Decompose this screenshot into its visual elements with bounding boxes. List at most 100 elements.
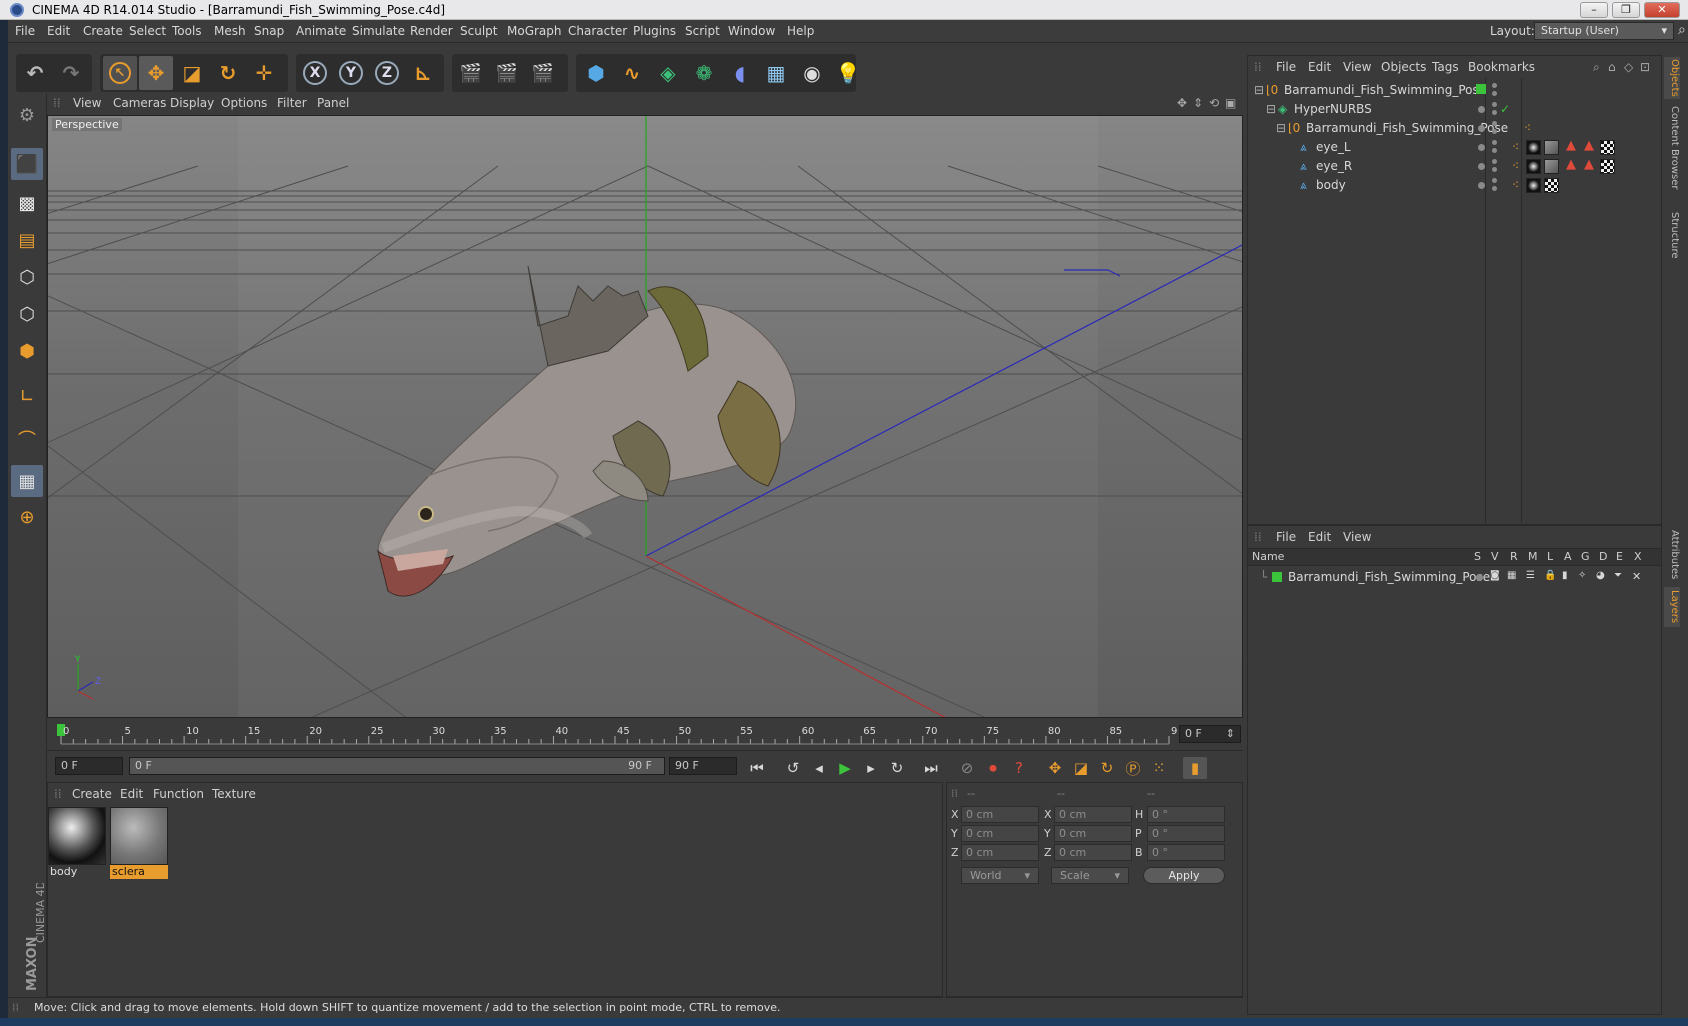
phong-tag-icon[interactable]: ⁖ [1512, 178, 1519, 192]
next-key-button[interactable]: ↻ [885, 757, 909, 779]
x-axis-lock-button[interactable]: X [298, 56, 332, 90]
menu-sculpt[interactable]: Sculpt [460, 24, 497, 38]
menu-select[interactable]: Select [129, 24, 166, 38]
selection-tag-icon[interactable]: ▲ [1584, 157, 1594, 172]
view-column-header[interactable]: V [1491, 550, 1499, 563]
position-x-field[interactable]: 0 cm [961, 806, 1039, 823]
end-frame-field[interactable]: 90 F [669, 757, 737, 775]
xref-column-header[interactable]: X [1634, 550, 1642, 563]
next-frame-button[interactable]: ▸ [859, 757, 883, 779]
object-row[interactable]: ⩓ eye_R ⁖ ▲ ▲ [1248, 156, 1661, 176]
menu-character[interactable]: Character [568, 24, 627, 38]
scale-tool-button[interactable]: ◪ [175, 56, 209, 90]
menu-file[interactable]: File [15, 24, 35, 38]
layer-dot[interactable] [1478, 106, 1485, 113]
pan-view-icon[interactable]: ✥ [1177, 96, 1187, 110]
tweak-mode-button[interactable]: ⌒ [11, 423, 43, 455]
menu-mesh[interactable]: Mesh [214, 24, 246, 38]
editor-visibility-dot[interactable] [1492, 121, 1497, 126]
expressions-column-header[interactable]: E [1616, 550, 1623, 563]
size-z-field[interactable]: 0 cm [1054, 844, 1132, 861]
material-tag-sclera[interactable] [1544, 159, 1559, 174]
render-icon[interactable]: ▦ [1507, 570, 1516, 581]
vp-menu-cameras[interactable]: Cameras [113, 96, 166, 110]
layer-color-chip[interactable] [1272, 572, 1282, 582]
tab-structure[interactable]: Structure [1664, 205, 1680, 265]
name-column-header[interactable]: Name [1252, 550, 1284, 563]
floor-button[interactable]: ▦ [759, 56, 793, 90]
transform-mode-select[interactable]: Scale ▾ [1051, 867, 1129, 884]
autokey-button[interactable]: ⏺ [981, 757, 1005, 779]
render-settings-button[interactable]: 🎬 [526, 56, 560, 90]
camera-button[interactable]: ◉ [795, 56, 829, 90]
tab-content-browser[interactable]: Content Browser [1664, 103, 1680, 193]
light-button[interactable]: 💡 [831, 56, 865, 90]
go-to-start-button[interactable]: ⏮ [745, 757, 769, 779]
nurbs-button[interactable]: ◈ [651, 56, 685, 90]
spline-button[interactable]: ∿ [615, 56, 649, 90]
layer-dot[interactable] [1478, 125, 1485, 132]
position-y-field[interactable]: 0 cm [961, 825, 1039, 842]
menu-plugins[interactable]: Plugins [633, 24, 676, 38]
menu-tools[interactable]: Tools [172, 24, 202, 38]
mat-menu-create[interactable]: Create [72, 787, 112, 801]
deformer-icon[interactable]: ◕ [1596, 570, 1605, 581]
selection-tag-icon[interactable]: ▲ [1566, 157, 1576, 172]
live-selection-button[interactable]: ↖ [103, 56, 137, 90]
minimize-button[interactable]: – [1580, 2, 1608, 18]
tab-attributes[interactable]: Attributes [1664, 525, 1680, 585]
apply-button[interactable]: Apply [1143, 867, 1225, 884]
z-axis-lock-button[interactable]: Z [370, 56, 404, 90]
start-frame-field[interactable]: 0 F [55, 757, 123, 775]
phong-tag-icon[interactable]: ⁖ [1512, 159, 1519, 173]
texture-mode-button[interactable]: ▩ [11, 187, 43, 219]
material-tag-body[interactable] [1526, 159, 1541, 174]
layer-menu-view[interactable]: View [1343, 530, 1371, 544]
render-visibility-dot[interactable] [1492, 167, 1497, 172]
vp-menu-view[interactable]: View [73, 96, 101, 110]
obj-menu-view[interactable]: View [1343, 60, 1371, 74]
deformers-column-header[interactable]: D [1599, 550, 1607, 563]
cube-object-button[interactable]: ⬢ [579, 56, 613, 90]
uvw-tag[interactable] [1544, 178, 1559, 193]
y-axis-lock-button[interactable]: Y [334, 56, 368, 90]
editor-visibility-dot[interactable] [1492, 102, 1497, 107]
object-row[interactable]: ⩓ eye_L ⁖ ▲ ▲ [1248, 137, 1661, 157]
rotate-tool-button[interactable]: ↻ [211, 56, 245, 90]
editor-visibility-dot[interactable] [1492, 159, 1497, 164]
uvw-tag[interactable] [1600, 159, 1615, 174]
search-icon[interactable]: ⌕ [1678, 22, 1686, 38]
selection-tag-icon[interactable]: ▲ [1566, 138, 1576, 153]
home-icon[interactable]: ⌂ [1608, 60, 1616, 74]
layout-select[interactable]: Startup (User) ▾ [1534, 22, 1674, 40]
deformer-button[interactable]: ◖ [723, 56, 757, 90]
locked-column-header[interactable]: L [1547, 550, 1553, 563]
size-x-field[interactable]: 0 cm [1054, 806, 1132, 823]
solo-toggle[interactable] [1476, 574, 1483, 581]
editor-visibility-dot[interactable] [1492, 178, 1497, 183]
mat-menu-texture[interactable]: Texture [212, 787, 256, 801]
object-row[interactable]: ⊟ ⌊0 Barramundi_Fish_Swimming_Pose ⁖ [1248, 118, 1661, 138]
edges-mode-button[interactable]: ⬡ [11, 298, 43, 330]
enabled-check-icon[interactable]: ✓ [1500, 102, 1510, 116]
solo-column-header[interactable]: S [1474, 550, 1481, 563]
material-tag-body[interactable] [1526, 178, 1541, 193]
material-swatch-body[interactable]: body [48, 807, 106, 879]
object-row[interactable]: ⊟ ◈ HyperNURBS ✓ [1248, 99, 1661, 119]
layer-menu-edit[interactable]: Edit [1308, 530, 1331, 544]
generator-icon[interactable]: ✧ [1578, 570, 1586, 581]
vp-menu-options[interactable]: Options [221, 96, 267, 110]
layer-dot[interactable] [1478, 163, 1485, 170]
selection-tag-icon[interactable]: ▲ [1584, 138, 1594, 153]
layer-color-chip[interactable] [1476, 84, 1486, 94]
polygons-mode-button[interactable]: ⬢ [11, 335, 43, 367]
points-mode-button[interactable]: ⬡ [11, 261, 43, 293]
timeline-window-button[interactable]: ▮ [1183, 757, 1207, 779]
perspective-viewport[interactable]: Y Z Perspective [47, 115, 1243, 718]
zoom-view-icon[interactable]: ⇕ [1193, 96, 1203, 110]
tab-layers[interactable]: Layers [1664, 587, 1680, 627]
menu-edit[interactable]: Edit [47, 24, 70, 38]
locked-workplane-button[interactable]: ⊕ [11, 501, 43, 533]
render-visibility-dot[interactable] [1492, 148, 1497, 153]
rotate-view-icon[interactable]: ⟲ [1209, 96, 1219, 110]
